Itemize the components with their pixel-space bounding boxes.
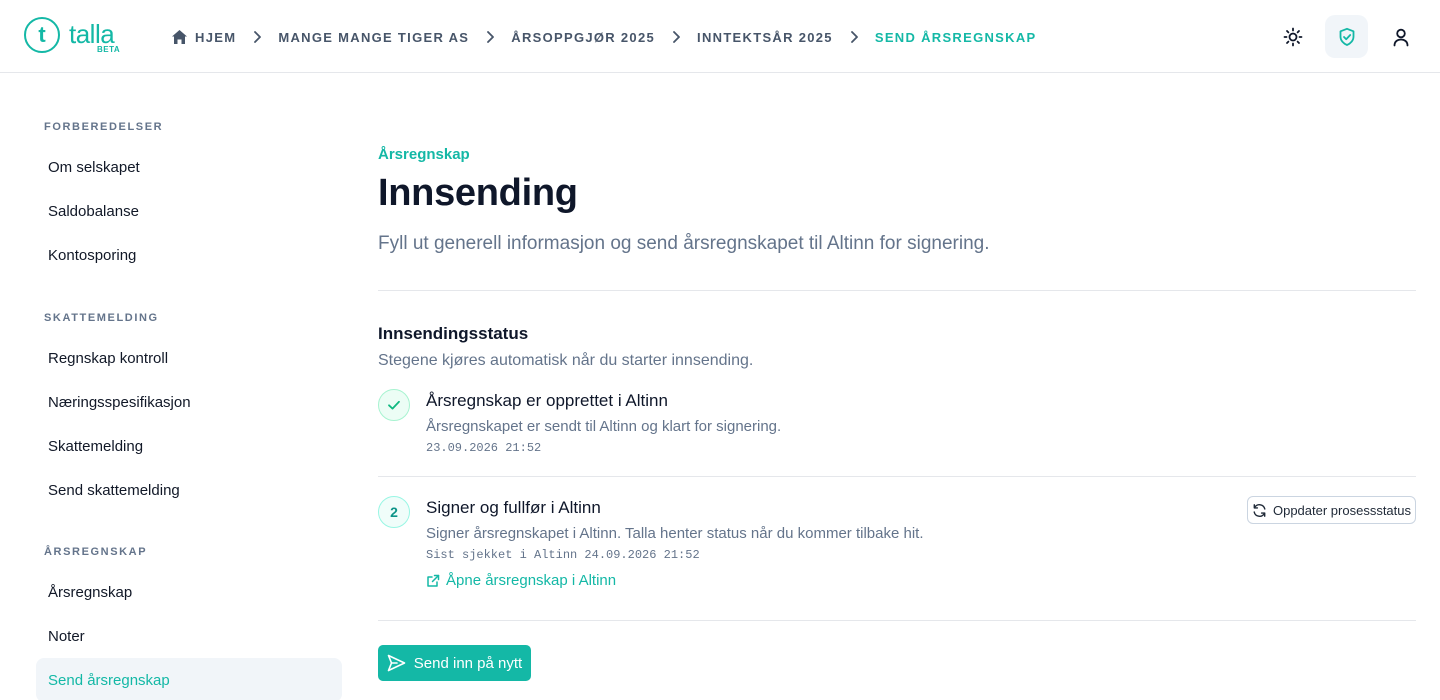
- status-section-description: Stegene kjøres automatisk når du starter…: [378, 352, 754, 369]
- talla-logo-text: talla: [69, 19, 115, 49]
- talla-logo-mark: t: [24, 17, 60, 53]
- step-description: Signer årsregnskapet i Altinn. Talla hen…: [426, 525, 924, 542]
- external-link-icon: [427, 574, 440, 587]
- theme-toggle-button[interactable]: [1271, 15, 1314, 58]
- step-timestamp: 23.09.2026 21:52: [426, 441, 542, 455]
- step-title: Signer og fullfør i Altinn: [426, 498, 601, 517]
- resubmit-button[interactable]: Send inn på nytt: [378, 645, 531, 681]
- chevron-right-icon: [253, 31, 262, 43]
- step-title: Årsregnskap er opprettet i Altinn: [426, 391, 668, 410]
- sidebar-item-about-company[interactable]: Om selskapet: [36, 145, 342, 189]
- user-icon: [1393, 28, 1408, 46]
- talla-logo[interactable]: t talla BETA: [24, 17, 120, 54]
- breadcrumb-year-end[interactable]: ÅRSOPPGJØR 2025: [511, 30, 655, 45]
- sidebar-item-account-tracking[interactable]: Kontosporing: [36, 233, 342, 277]
- sidebar-item-send-tax-return[interactable]: Send skattemelding: [36, 468, 342, 512]
- sidebar-item-notes[interactable]: Noter: [36, 614, 342, 658]
- sidebar-item-send-annual-accounts[interactable]: Send årsregnskap: [36, 658, 342, 700]
- breadcrumb: HJEM MANGE MANGE TIGER AS ÅRSOPPGJØR 202…: [171, 27, 1037, 47]
- open-in-altinn-label: Åpne årsregnskap i Altinn: [446, 572, 617, 589]
- sidebar-item-business-specification[interactable]: Næringsspesifikasjon: [36, 380, 342, 424]
- sidebar-item-trial-balance[interactable]: Saldobalanse: [36, 189, 342, 233]
- sidebar-heading-preparations: FORBEREDELSER: [44, 121, 164, 133]
- step-timestamp: Sist sjekket i Altinn 24.09.2026 21:52: [426, 548, 700, 562]
- sun-icon: [1283, 27, 1302, 46]
- open-in-altinn-link[interactable]: Åpne årsregnskap i Altinn: [426, 572, 616, 589]
- page-title: Innsending: [378, 172, 578, 214]
- chevron-right-icon: [850, 31, 858, 43]
- page-eyebrow: Årsregnskap: [378, 146, 470, 163]
- beta-badge: BETA: [97, 45, 121, 54]
- sidebar-item-accounting-control[interactable]: Regnskap kontroll: [36, 336, 342, 380]
- status-section-title: Innsendingsstatus: [378, 324, 529, 343]
- breadcrumb-home[interactable]: HJEM: [171, 29, 236, 45]
- refresh-status-label: Oppdater prosessstatus: [1272, 502, 1412, 518]
- sidebar-heading-annual-accounts: ÅRSREGNSKAP: [44, 546, 148, 558]
- divider: [378, 476, 1416, 477]
- top-bar: t talla BETA HJEM MANGE MANGE TIGER AS Å…: [0, 0, 1440, 73]
- breadcrumb-current: SEND ÅRSREGNSKAP: [874, 29, 1037, 45]
- refresh-icon: [1253, 503, 1266, 517]
- refresh-status-button[interactable]: Oppdater prosessstatus: [1247, 496, 1416, 524]
- step-description: Årsregnskapet er sendt til Altinn og kla…: [426, 418, 782, 435]
- send-icon: [387, 654, 406, 672]
- security-button[interactable]: [1325, 15, 1368, 58]
- check-icon: [388, 400, 400, 410]
- status-step-2: 2 Signer og fullfør i Altinn Signer årsr…: [378, 496, 1416, 596]
- chevron-right-icon: [486, 31, 495, 43]
- home-icon: [172, 30, 187, 44]
- chevron-right-icon: [672, 31, 680, 43]
- step-number-badge: 2: [378, 496, 410, 528]
- user-menu-button[interactable]: [1379, 15, 1422, 58]
- page-subtitle: Fyll ut generell informasjon og send års…: [378, 233, 990, 254]
- sidebar: FORBEREDELSER Om selskapet Saldobalanse …: [36, 120, 342, 700]
- sidebar-heading-tax-return: SKATTEMELDING: [44, 312, 159, 324]
- sidebar-item-tax-return[interactable]: Skattemelding: [36, 424, 342, 468]
- divider: [378, 620, 1416, 621]
- status-step-1: Årsregnskap er opprettet i Altinn Årsreg…: [378, 389, 1416, 459]
- sidebar-item-annual-accounts[interactable]: Årsregnskap: [36, 570, 342, 614]
- shield-check-icon: [1339, 27, 1354, 46]
- breadcrumb-company[interactable]: MANGE MANGE TIGER AS: [278, 30, 469, 45]
- step-complete-badge: [378, 389, 410, 421]
- divider: [378, 290, 1416, 291]
- breadcrumb-income-year[interactable]: INNTEKTSÅR 2025: [697, 30, 833, 45]
- breadcrumb-home-label: HJEM: [195, 29, 237, 45]
- resubmit-label: Send inn på nytt: [413, 654, 523, 672]
